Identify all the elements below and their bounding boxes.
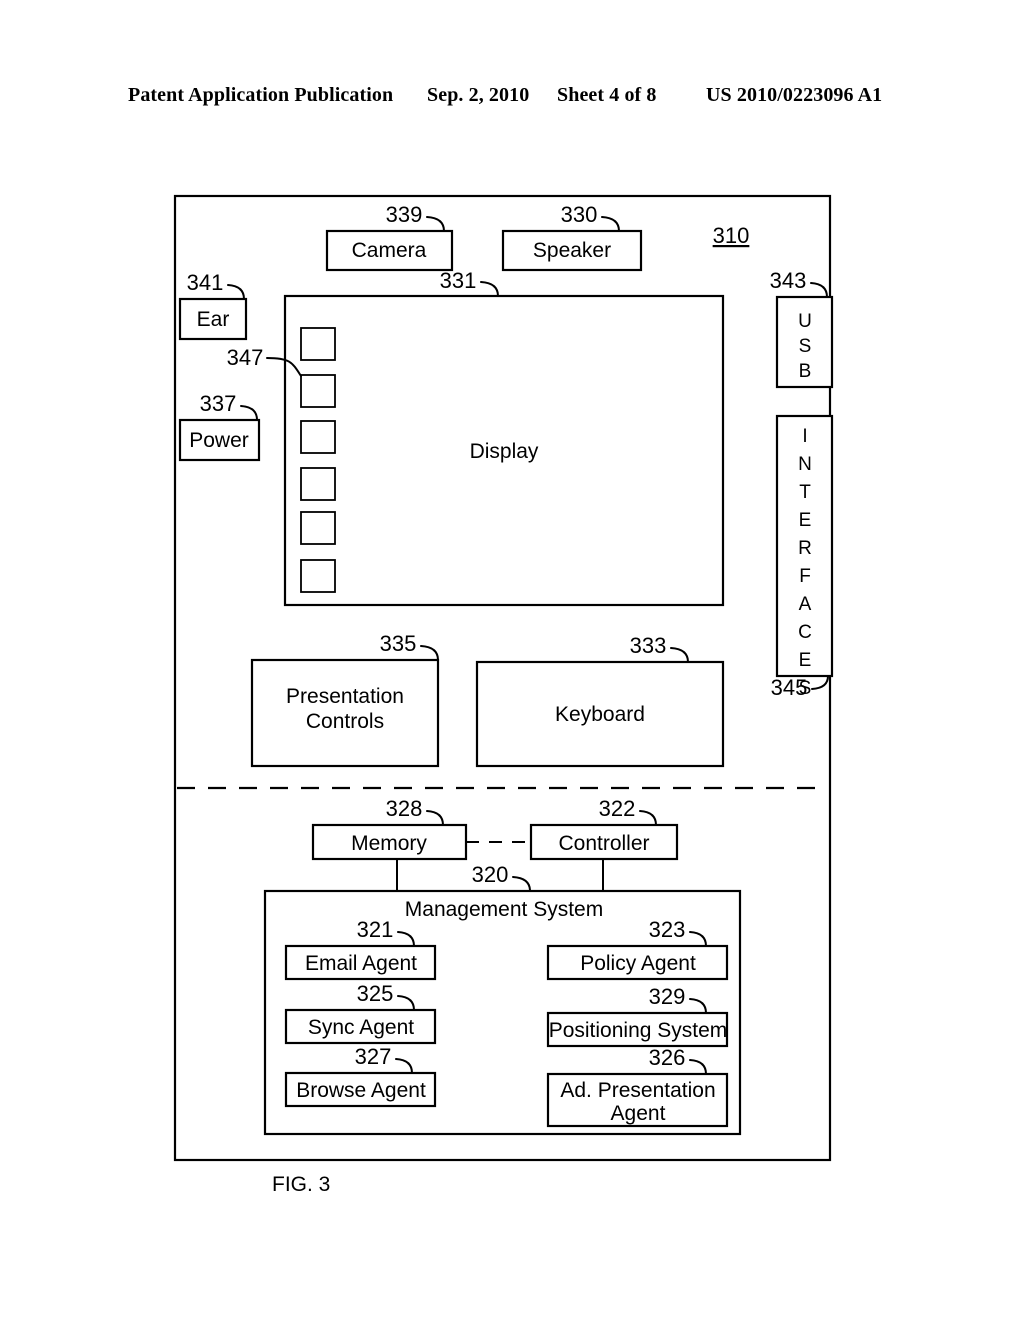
figure-caption: FIG. 3 <box>272 1173 330 1196</box>
policy-agent-label: Policy Agent <box>580 952 696 975</box>
ref-323: 323 <box>649 917 686 942</box>
block-display[interactable]: Display <box>283 294 725 607</box>
block-sync-agent[interactable]: Sync Agent <box>284 1008 437 1045</box>
interfaces-label: I <box>802 426 807 447</box>
block-camera[interactable]: Camera <box>325 229 454 272</box>
ref-345: 345 <box>771 675 808 700</box>
block-keyboard[interactable]: Keyboard <box>475 660 725 768</box>
block-ear[interactable]: Ear <box>178 297 248 341</box>
controller-label: Controller <box>558 832 649 855</box>
ref-341: 341 <box>187 270 224 295</box>
leader-line-322 <box>639 810 657 826</box>
ref-310: 310 <box>713 223 750 248</box>
leader-line-339 <box>426 216 445 232</box>
block-interfaces[interactable]: I N T E R F A C E S <box>775 414 834 699</box>
leader-line-337 <box>240 405 258 421</box>
block-power[interactable]: Power <box>178 418 261 462</box>
leader-line-328 <box>426 810 444 826</box>
ref-330: 330 <box>561 202 598 227</box>
soft-button-6[interactable] <box>300 559 336 593</box>
interfaces-label-8: C <box>798 622 812 643</box>
block-email-agent[interactable]: Email Agent <box>284 944 437 981</box>
leader-line-335 <box>420 645 439 661</box>
interfaces-label-7: A <box>799 594 812 615</box>
figure-3-diagram: 310 Camera 339 Speaker 330 Ear 341 Power… <box>0 0 1024 1320</box>
block-browse-agent[interactable]: Browse Agent <box>284 1071 437 1108</box>
leader-line-345 <box>811 675 829 690</box>
ref-329: 329 <box>649 984 686 1009</box>
block-speaker[interactable]: Speaker <box>501 229 643 272</box>
usb-label-3: B <box>799 361 812 382</box>
ref-339: 339 <box>386 202 423 227</box>
ref-328: 328 <box>386 796 423 821</box>
block-ad-presentation-agent[interactable]: Ad. Presentation Agent <box>546 1072 729 1128</box>
ref-326: 326 <box>649 1045 686 1070</box>
block-usb[interactable]: U S B <box>775 295 834 389</box>
patent-page: Patent Application Publication Sep. 2, 2… <box>0 0 1024 1320</box>
ref-335: 335 <box>380 631 417 656</box>
interfaces-label-2: N <box>798 454 812 475</box>
ad-presentation-agent-label-line1: Ad. Presentation <box>560 1079 715 1102</box>
leader-line-331 <box>480 281 499 297</box>
leader-line-333 <box>670 647 689 663</box>
soft-button-1[interactable] <box>300 327 336 361</box>
interfaces-label-9: E <box>799 650 812 671</box>
ref-320: 320 <box>472 862 509 887</box>
ref-347: 347 <box>227 345 264 370</box>
ref-333: 333 <box>630 633 667 658</box>
management-system-label: Management System <box>405 898 603 921</box>
soft-button-2[interactable] <box>300 374 336 408</box>
usb-label-2: S <box>799 336 812 357</box>
browse-agent-label: Browse Agent <box>296 1079 426 1102</box>
ref-337: 337 <box>200 391 237 416</box>
ear-label: Ear <box>197 308 230 331</box>
leader-line-343 <box>810 282 828 298</box>
speaker-label: Speaker <box>533 239 611 262</box>
leader-line-341 <box>227 284 245 300</box>
ad-presentation-agent-label-line2: Agent <box>611 1102 666 1125</box>
keyboard-label: Keyboard <box>555 703 645 726</box>
interfaces-label-6: F <box>799 566 811 587</box>
block-memory[interactable]: Memory <box>311 823 468 861</box>
ref-325: 325 <box>357 981 394 1006</box>
interfaces-label-5: R <box>798 538 812 559</box>
ref-321: 321 <box>357 917 394 942</box>
soft-button-3[interactable] <box>300 420 336 454</box>
ref-327: 327 <box>355 1044 392 1069</box>
camera-label: Camera <box>352 239 427 262</box>
soft-button-5[interactable] <box>300 511 336 545</box>
block-policy-agent[interactable]: Policy Agent <box>546 944 729 981</box>
power-label: Power <box>189 429 249 452</box>
soft-button-4[interactable] <box>300 467 336 501</box>
email-agent-label: Email Agent <box>305 952 417 975</box>
presentation-controls-label-line1: Presentation <box>286 685 404 708</box>
memory-label: Memory <box>351 832 427 855</box>
presentation-controls-label-line2: Controls <box>306 710 384 733</box>
block-presentation-controls[interactable]: Presentation Controls <box>250 658 440 768</box>
ref-322: 322 <box>599 796 636 821</box>
block-positioning-system[interactable]: Positioning System <box>546 1011 729 1048</box>
usb-label: U <box>798 311 812 332</box>
positioning-system-label: Positioning System <box>549 1019 728 1042</box>
leader-line-320 <box>512 876 531 892</box>
interfaces-label-3: T <box>799 482 811 503</box>
sync-agent-label: Sync Agent <box>308 1016 414 1039</box>
leader-line-330 <box>601 216 620 232</box>
ref-331: 331 <box>440 268 477 293</box>
ref-343: 343 <box>770 268 807 293</box>
display-label: Display <box>470 440 539 463</box>
block-controller[interactable]: Controller <box>529 823 679 861</box>
interfaces-label-4: E <box>799 510 812 531</box>
